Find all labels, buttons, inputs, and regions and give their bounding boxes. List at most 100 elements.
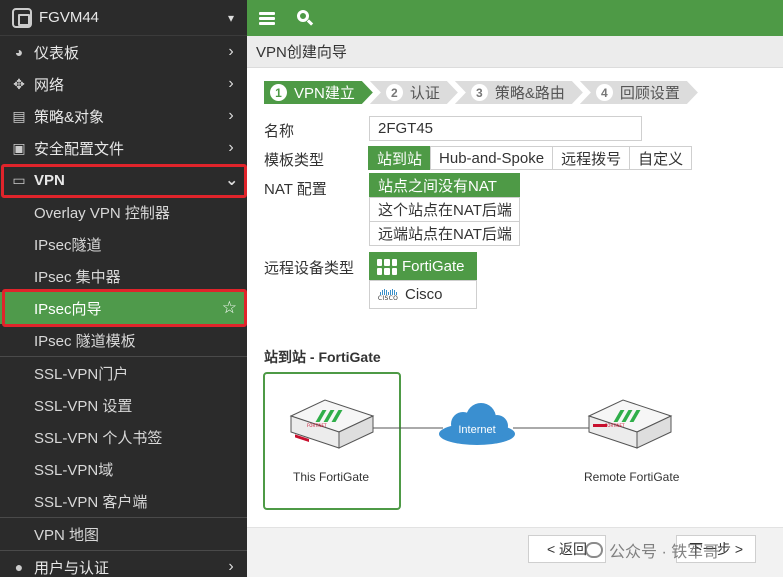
device-selector[interactable]: FGVM44 ▾	[0, 0, 247, 36]
sidebar-subitem-label: SSL-VPN域	[34, 461, 114, 479]
step-number: 2	[386, 84, 403, 101]
step-number: 3	[471, 84, 488, 101]
sidebar-item-network[interactable]: ✥ 网络 ›	[0, 68, 247, 100]
remote-device-brand-text: FORTINET	[605, 423, 625, 428]
sidebar-subitem-ipsec-tunnels[interactable]: IPsec隧道	[0, 228, 247, 260]
name-input[interactable]	[369, 116, 642, 141]
sidebar-item-label: 用户与认证	[34, 559, 110, 577]
local-device-label: This FortiGate	[293, 470, 370, 484]
step-number: 1	[270, 84, 287, 101]
sidebar-item-label: 仪表板	[34, 44, 80, 62]
sidebar-subitem-label: IPsec向导	[34, 300, 102, 318]
sidebar-subitem-label: SSL-VPN门户	[34, 365, 129, 383]
nat-option-this-site-behind-nat[interactable]: 这个站点在NAT后端	[369, 197, 520, 222]
chevron-down-icon: ⌄	[225, 172, 239, 189]
favorite-star-icon[interactable]: ☆	[222, 298, 237, 318]
cisco-logo-icon: CISCO	[377, 288, 399, 302]
sidebar-item-policy-objects[interactable]: ▤ 策略&对象 ›	[0, 100, 247, 132]
device-option-cisco[interactable]: CISCO Cisco	[369, 280, 477, 309]
sidebar-subitem-ssl-portal[interactable]: SSL-VPN门户	[0, 357, 247, 389]
sidebar-item-label: 网络	[34, 76, 65, 94]
wizard-step-review: 4 回顾设置	[580, 81, 698, 104]
sidebar-subitem-overlay-vpn[interactable]: Overlay VPN 控制器	[0, 196, 247, 228]
wizard-step-vpn-setup: 1 VPN建立	[264, 81, 373, 104]
sidebar-subitem-label: SSL-VPN 个人书签	[34, 429, 163, 447]
watermark: 公众号 · 铁军哥	[585, 538, 719, 562]
remote-fortigate-device-icon	[587, 399, 673, 449]
device-option-label: Cisco	[405, 286, 443, 303]
sidebar-subitem-label: Overlay VPN 控制器	[34, 204, 170, 222]
top-bar	[247, 0, 783, 36]
sidebar-subitem-label: IPsec 集中器	[34, 268, 121, 286]
sidebar-subitem-ssl-realms[interactable]: SSL-VPN域	[0, 453, 247, 485]
remote-device-type-selector: FortiGate CISCO Cisco	[369, 252, 477, 309]
template-type-selector: 站到站 Hub-and-Spoke 远程拨号 自定义	[368, 146, 693, 170]
template-option-hub-and-spoke[interactable]: Hub-and-Spoke	[430, 146, 554, 170]
fortigate-logo-icon	[377, 258, 397, 275]
sidebar-subitem-label: IPsec隧道	[34, 236, 102, 254]
remote-device-type-label: 远程设备类型	[264, 260, 355, 277]
watermark-text: 公众号 · 铁军哥	[609, 544, 720, 561]
diagram-title: 站到站 - FortiGate	[264, 349, 381, 365]
name-label: 名称	[264, 123, 295, 140]
chevron-right-icon: ›	[228, 43, 234, 60]
sidebar-item-dashboard[interactable]: ◕ 仪表板 ›	[0, 36, 247, 68]
step-number: 4	[596, 84, 613, 101]
nat-option-no-nat[interactable]: 站点之间没有NAT	[369, 173, 520, 198]
step-label: 认证	[409, 85, 440, 102]
device-option-fortigate[interactable]: FortiGate	[369, 252, 477, 281]
sidebar-subitem-ipsec-template[interactable]: IPsec 隧道模板	[0, 324, 247, 356]
sidebar-subitem-label: IPsec 隧道模板	[34, 332, 136, 350]
sidebar-item-security-profiles[interactable]: ▣ 安全配置文件 ›	[0, 132, 247, 164]
template-option-remote-access[interactable]: 远程拨号	[552, 146, 631, 170]
dashboard-icon: ◕	[14, 44, 24, 60]
internet-label: Internet	[458, 424, 495, 436]
nat-config-selector: 站点之间没有NAT 这个站点在NAT后端 远端站点在NAT后端	[369, 173, 520, 246]
sidebar-subitem-label: VPN 地图	[34, 526, 100, 544]
sidebar-subitem-label: SSL-VPN 设置	[34, 397, 133, 415]
topology-diagram: Internet FORTINET FORTINET This FortiGat…	[263, 372, 783, 510]
page-title: VPN创建向导	[247, 36, 783, 68]
template-option-custom[interactable]: 自定义	[629, 146, 693, 170]
wizard-panel: 1 VPN建立 2 认证 3 策略&路由 4 回顾设置 名称 模板类型 站到站 …	[247, 68, 783, 577]
network-move-icon: ✥	[13, 75, 25, 92]
sidebar-subitem-ssl-settings[interactable]: SSL-VPN 设置	[0, 389, 247, 421]
sidebar-item-user-auth[interactable]: ● 用户与认证 ›	[0, 551, 247, 577]
step-label: VPN建立	[294, 85, 355, 102]
step-label: 回顾设置	[619, 85, 680, 102]
sidebar-subitem-ssl-clients[interactable]: SSL-VPN 客户端	[0, 485, 247, 517]
remote-device-label: Remote FortiGate	[584, 470, 680, 484]
search-icon[interactable]	[297, 10, 314, 26]
step-label: 策略&路由	[494, 85, 565, 102]
device-name: FGVM44	[39, 9, 100, 26]
wechat-icon	[585, 542, 603, 558]
fortigate-device-icon	[12, 7, 32, 28]
wizard-steps: 1 VPN建立 2 认证 3 策略&路由 4 回顾设置	[264, 81, 695, 104]
sidebar-subitem-label: SSL-VPN 客户端	[34, 493, 148, 511]
local-fortigate-device-icon	[289, 399, 375, 449]
sidebar-item-label: 安全配置文件	[34, 140, 125, 158]
sidebar-item-label: VPN	[34, 171, 65, 189]
user-icon: ●	[14, 559, 24, 575]
lock-icon: ▣	[12, 139, 26, 156]
wizard-step-policy-routing: 3 策略&路由	[455, 81, 583, 104]
chevron-right-icon: ›	[228, 139, 234, 156]
sidebar-subitem-ssl-bookmarks[interactable]: SSL-VPN 个人书签	[0, 421, 247, 453]
sidebar-item-vpn[interactable]: ▭ VPN ⌄	[0, 164, 247, 196]
sidebar-subitem-ipsec-wizard[interactable]: IPsec向导 ☆	[0, 292, 247, 324]
hamburger-menu-icon[interactable]	[259, 11, 275, 25]
chevron-down-icon: ▾	[227, 10, 235, 25]
template-option-site-to-site[interactable]: 站到站	[368, 146, 432, 170]
policy-icon: ▤	[12, 107, 26, 124]
wizard-footer: < 返回 下一步 > 公众号 · 铁军哥	[247, 527, 783, 577]
sidebar: FGVM44 ▾ ◕ 仪表板 › ✥ 网络 › ▤ 策略&对象 › ▣ 安全配置…	[0, 0, 247, 577]
sidebar-subitem-vpn-map[interactable]: VPN 地图	[0, 518, 247, 550]
device-option-label: FortiGate	[402, 258, 465, 275]
chevron-right-icon: ›	[228, 75, 234, 92]
sidebar-item-label: 策略&对象	[34, 108, 105, 126]
chevron-right-icon: ›	[228, 558, 234, 575]
template-type-label: 模板类型	[264, 152, 325, 169]
laptop-icon: ▭	[12, 171, 26, 188]
sidebar-subitem-ipsec-concentrator[interactable]: IPsec 集中器	[0, 260, 247, 292]
nat-option-remote-site-behind-nat[interactable]: 远端站点在NAT后端	[369, 221, 520, 246]
